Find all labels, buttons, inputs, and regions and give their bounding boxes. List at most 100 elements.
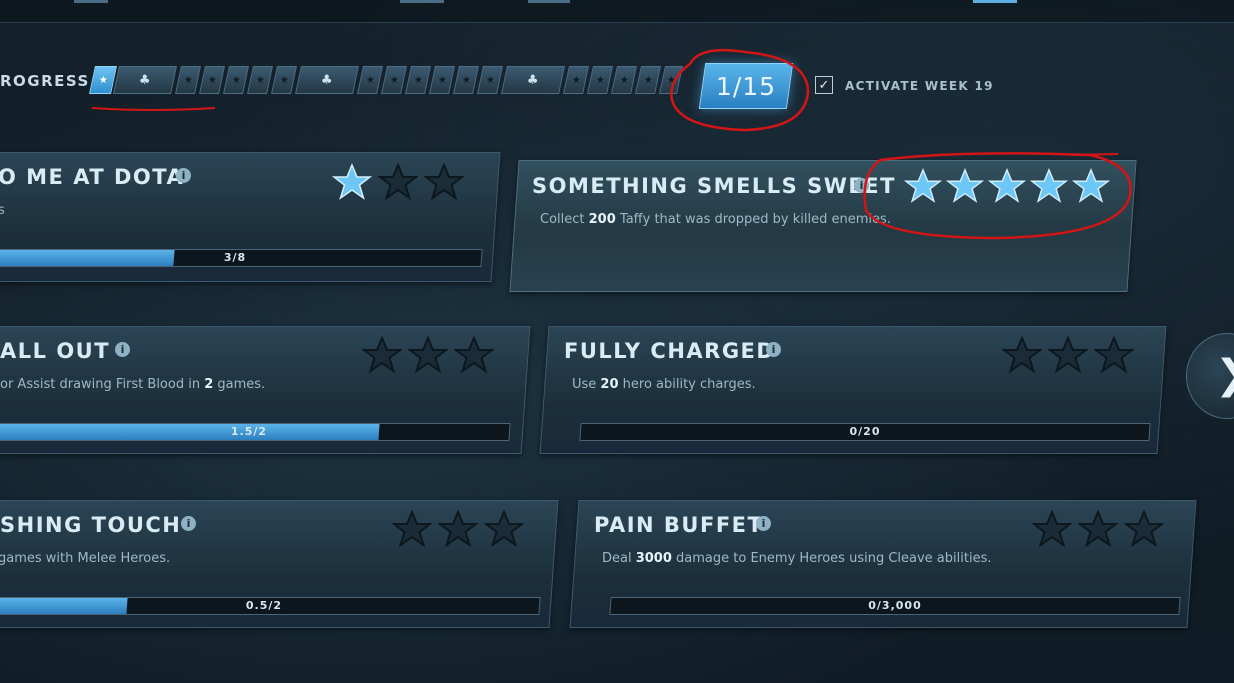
progress-segment[interactable]: ★ [381,66,407,94]
challenge-card-fully-charged[interactable]: FULLY CHARGED i Use 20 hero ability char… [539,326,1167,454]
star-icon: ★ [279,74,289,86]
star-filled-icon [1030,168,1068,203]
reward-segment[interactable]: ♣ [501,66,565,94]
chevron-right-icon: ❯ [1215,352,1234,398]
progress-segment[interactable]: ★ [247,66,273,94]
progress-text: 1.5/2 [230,425,268,438]
star-icon: ★ [413,74,423,86]
reward-icon: ♣ [527,72,539,88]
star-filled-icon [988,168,1026,203]
info-icon[interactable]: i [176,168,191,183]
progress-segment[interactable]: ★ [659,66,683,94]
activate-week-checkbox[interactable]: ✓ [815,76,833,94]
star-rating [392,510,524,548]
progress-segment[interactable]: ★ [405,66,431,94]
star-rating [332,163,464,201]
card-title: O ME AT DOTA [0,165,185,189]
info-icon[interactable]: i [854,178,869,193]
star-icon: ★ [571,74,581,86]
progress-bar: 1.5/2 [0,423,511,441]
progress-bar: 3/8 [0,249,483,267]
star-filled-icon [1072,168,1110,203]
next-page-button[interactable]: ❯ [1186,333,1234,419]
card-title: SHING TOUCH [0,513,182,537]
level-counter: 1/15 [698,63,794,109]
top-nav-bar [0,0,1234,23]
progress-text: 0.5/2 [245,599,283,612]
progress-segment[interactable]: ★ [477,66,503,94]
progress-label: ROGRESS [0,72,90,90]
card-description: Use 20 hero ability charges. [572,377,756,392]
star-empty-icon [378,163,418,201]
reward-segment[interactable]: ♣ [295,66,359,94]
nav-tab-marker-active[interactable] [973,0,1017,3]
star-filled-icon [332,163,372,200]
star-icon: ★ [255,74,265,86]
progress-segment[interactable]: ★ [271,66,297,94]
star-icon: ★ [365,74,375,86]
star-filled-icon [946,168,984,203]
card-title: SOMETHING SMELLS SWEET [532,174,896,198]
star-filled-icon [904,168,942,203]
card-title: ALL OUT [0,339,111,363]
progress-segment[interactable]: ★ [635,66,661,94]
star-rating [1032,510,1164,548]
challenge-card-dota[interactable]: O ME AT DOTA i s 3/8 [0,152,501,282]
progress-segment[interactable]: ★ [563,66,589,94]
nav-tab-marker[interactable] [400,0,444,3]
star-empty-icon [1002,336,1042,374]
info-icon[interactable]: i [115,342,130,357]
star-icon: ★ [389,74,399,86]
progress-bar: 0/20 [579,423,1151,441]
progress-segment[interactable]: ★ [587,66,613,94]
level-counter-text: 1/15 [715,71,777,101]
progress-segment[interactable]: ★ [429,66,455,94]
star-icon: ★ [619,74,629,86]
star-empty-icon [1124,510,1164,548]
progress-segment[interactable]: ★ [175,66,201,94]
challenge-card-sweet[interactable]: SOMETHING SMELLS SWEET i Collect 200 Taf… [509,160,1137,292]
star-empty-icon [362,336,402,374]
challenge-card-all-out[interactable]: ALL OUT i or Assist drawing First Blood … [0,326,531,454]
challenge-card-touch[interactable]: SHING TOUCH i games with Melee Heroes. 0… [0,500,559,628]
star-icon: ★ [595,74,605,86]
activate-week-label: ACTIVATE WEEK 19 [845,79,994,93]
reward-icon: ♣ [139,72,151,88]
progress-segment[interactable]: ★ [199,66,225,94]
star-icon: ★ [437,74,447,86]
card-description: or Assist drawing First Blood in 2 games… [0,377,266,392]
nav-tab-marker[interactable] [528,0,570,3]
progress-bar: 0.5/2 [0,597,541,615]
card-title: PAIN BUFFET [594,513,764,537]
card-description: s [0,203,5,218]
progress-text: 0/3,000 [868,599,922,612]
reward-segment[interactable]: ♣ [113,66,177,94]
star-empty-icon [392,510,432,548]
card-title: FULLY CHARGED [564,339,776,363]
star-rating [362,336,494,374]
star-icon: ★ [207,74,217,86]
star-empty-icon [424,163,464,201]
star-icon: ★ [231,74,241,86]
star-empty-icon [1094,336,1134,374]
progress-text: 3/8 [223,251,247,264]
star-icon: ★ [461,74,471,86]
info-icon[interactable]: i [181,516,196,531]
info-icon[interactable]: i [766,342,781,357]
progress-segment[interactable]: ★ [357,66,383,94]
star-icon: ★ [98,74,108,86]
star-icon: ★ [643,74,653,86]
challenge-card-pain-buffet[interactable]: PAIN BUFFET i Deal 3000 damage to Enemy … [569,500,1197,628]
progress-text: 0/20 [849,425,881,438]
star-icon: ★ [183,74,193,86]
info-icon[interactable]: i [756,516,771,531]
star-empty-icon [454,336,494,374]
reward-icon: ♣ [321,72,333,88]
progress-segment[interactable]: ★ [453,66,479,94]
progress-segment[interactable]: ★ [223,66,249,94]
card-description: games with Melee Heroes. [0,551,171,566]
star-empty-icon [1048,336,1088,374]
star-empty-icon [484,510,524,548]
progress-segment[interactable]: ★ [611,66,637,94]
nav-tab-marker[interactable] [74,0,108,3]
